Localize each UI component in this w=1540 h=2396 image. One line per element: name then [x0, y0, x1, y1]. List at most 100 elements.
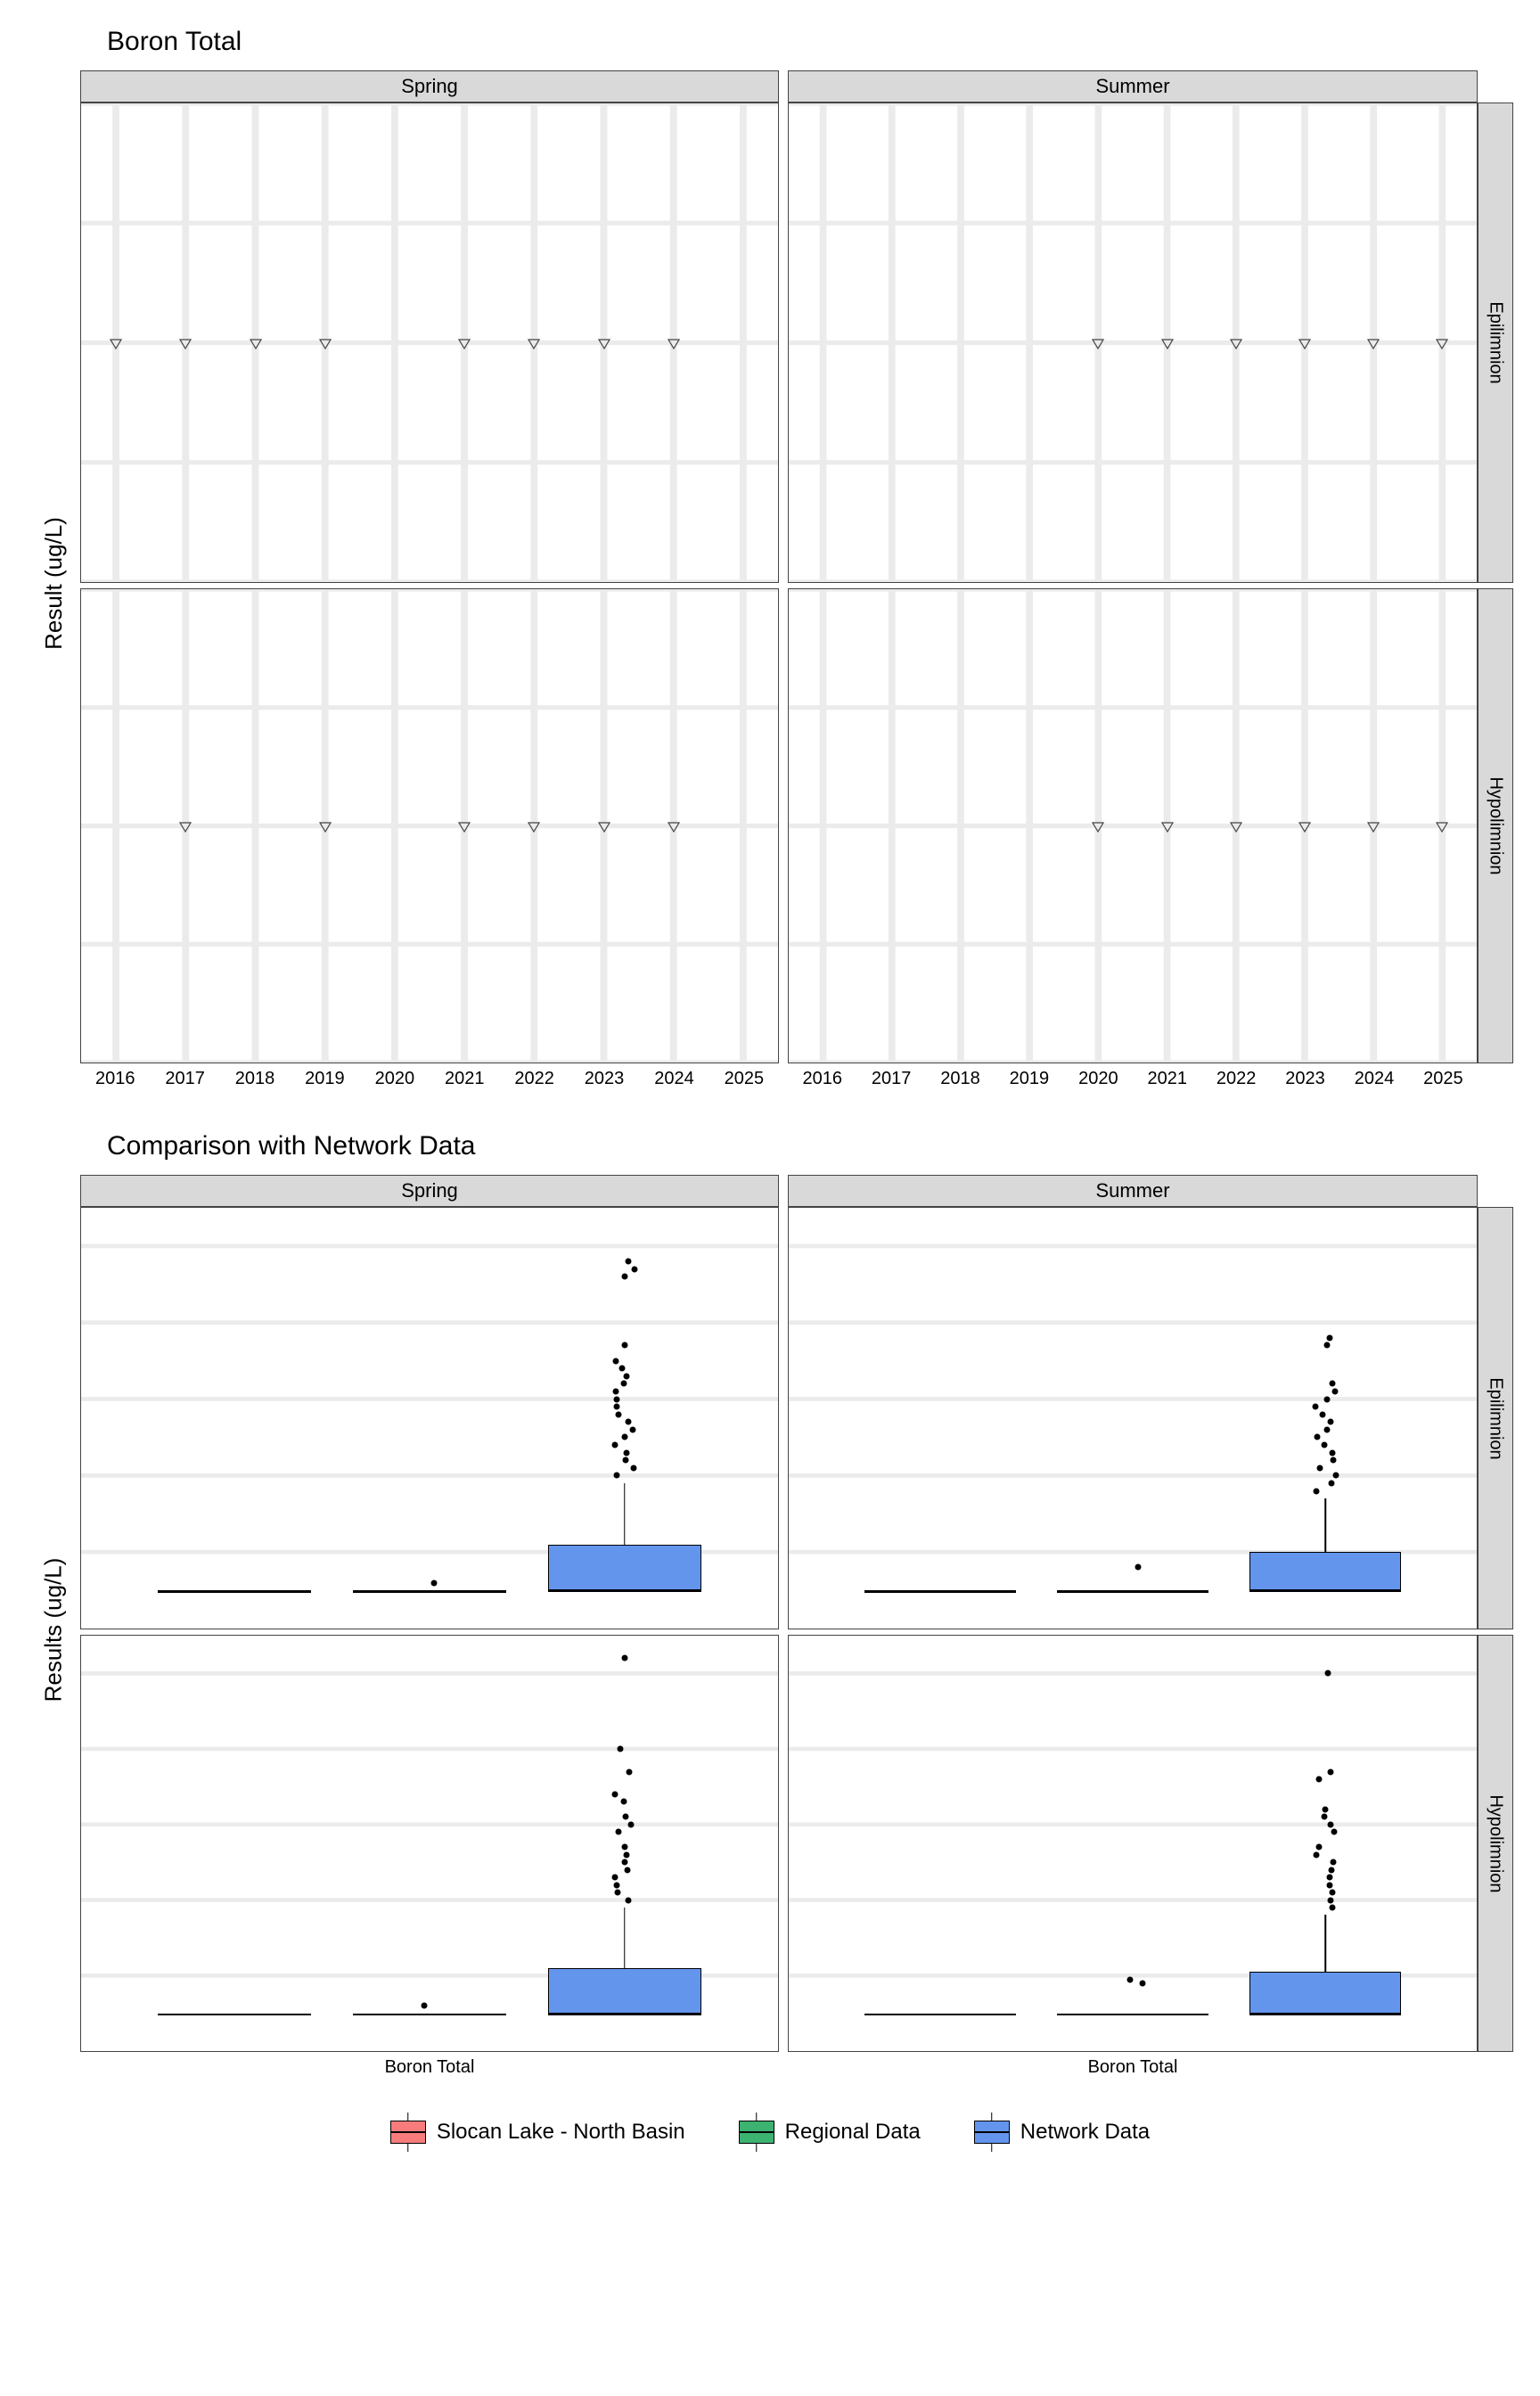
facet-col-summer: Summer — [788, 1175, 1478, 1207]
outlier-point — [1330, 1381, 1336, 1387]
outlier-point — [1321, 1442, 1327, 1448]
censored-marker-icon — [1161, 338, 1174, 349]
outlier-point — [614, 1404, 620, 1410]
censored-marker-icon — [1092, 821, 1104, 832]
outlier-point — [630, 1426, 636, 1432]
outlier-point — [614, 1473, 620, 1479]
outlier-point — [421, 2003, 427, 2009]
facet-col-spring: Spring — [80, 1175, 779, 1207]
legend-item: Slocan Lake - North Basin — [390, 2120, 685, 2145]
facet-panel — [788, 1635, 1478, 2052]
legend: Slocan Lake - North Basin Regional Data … — [27, 2120, 1513, 2145]
outlier-point — [614, 1890, 620, 1896]
legend-item: Regional Data — [739, 2120, 921, 2145]
censored-marker-icon — [1092, 338, 1104, 349]
censored-marker-icon — [1298, 338, 1311, 349]
outlier-point — [621, 1844, 627, 1850]
outlier-point — [614, 1882, 620, 1888]
facet-row-hypo: Hypolimnion — [1478, 1635, 1513, 2052]
outlier-point — [1327, 1821, 1333, 1827]
facet-panel: 4.9504.9755.0005.0255.050 — [80, 103, 779, 583]
outlier-point — [620, 1799, 627, 1805]
censored-marker-icon — [1298, 821, 1311, 832]
outlier-point — [1127, 1976, 1134, 1982]
outlier-point — [614, 1396, 620, 1402]
censored-marker-icon — [528, 338, 540, 349]
outlier-point — [1332, 1388, 1339, 1394]
outlier-point — [1332, 1473, 1339, 1479]
boxplot-box — [1249, 1552, 1401, 1590]
boron-total-chart: Boron Total Result (ug/L) Spring Summer … — [27, 27, 1513, 1095]
censored-marker-icon — [1367, 338, 1380, 349]
censored-marker-icon — [1230, 821, 1242, 832]
outlier-point — [611, 1875, 618, 1881]
censored-marker-icon — [110, 338, 122, 349]
outlier-point — [430, 1580, 437, 1586]
outlier-point — [612, 1442, 618, 1448]
outlier-point — [621, 1655, 627, 1662]
outlier-point — [623, 1373, 629, 1379]
outlier-point — [616, 1829, 622, 1835]
legend-swatch — [739, 2121, 774, 2144]
outlier-point — [622, 1342, 628, 1349]
outlier-point — [1329, 1890, 1335, 1896]
outlier-point — [624, 1851, 630, 1858]
censored-marker-icon — [528, 821, 540, 832]
outlier-point — [613, 1358, 619, 1364]
outlier-point — [1323, 1342, 1330, 1349]
censored-marker-icon — [179, 338, 192, 349]
censored-marker-icon — [319, 821, 332, 832]
censored-marker-icon — [319, 338, 332, 349]
censored-marker-icon — [458, 338, 471, 349]
facet-col-spring: Spring — [80, 70, 779, 103]
outlier-point — [1331, 1859, 1337, 1866]
boxplot-box — [1249, 1972, 1401, 2014]
y-axis-label-bottom: Results (ug/L) — [27, 1207, 80, 2052]
facet-row-epi: Epilimnion — [1478, 1207, 1513, 1629]
censored-marker-icon — [1161, 821, 1174, 832]
outlier-point — [1330, 1457, 1336, 1464]
censored-marker-icon — [1367, 821, 1380, 832]
x-axis-ticks: 2016201720182019202020212022202320242025 — [80, 1063, 779, 1095]
outlier-point — [627, 1768, 633, 1775]
legend-label: Network Data — [1020, 2120, 1150, 2145]
outlier-point — [619, 1366, 626, 1372]
outlier-point — [625, 1867, 631, 1873]
legend-item: Network Data — [974, 2120, 1150, 2145]
outlier-point — [612, 1388, 618, 1394]
outlier-point — [1327, 1882, 1333, 1888]
chart-title-top: Boron Total — [107, 27, 1513, 57]
y-axis-label-top: Result (ug/L) — [27, 103, 80, 1063]
outlier-point — [618, 1746, 624, 1752]
facet-col-summer: Summer — [788, 70, 1478, 103]
outlier-point — [621, 1434, 627, 1440]
chart-title-bottom: Comparison with Network Data — [107, 1131, 1513, 1161]
censored-marker-icon — [1436, 338, 1448, 349]
outlier-point — [1323, 1396, 1330, 1402]
outlier-point — [622, 1274, 628, 1280]
outlier-point — [626, 1259, 632, 1265]
legend-label: Slocan Lake - North Basin — [437, 2120, 685, 2145]
comparison-chart: Comparison with Network Data Results (ug… — [27, 1131, 1513, 2084]
outlier-point — [1315, 1434, 1321, 1440]
x-axis-ticks: Boron Total — [80, 2052, 779, 2084]
censored-marker-icon — [668, 821, 680, 832]
outlier-point — [615, 1411, 621, 1417]
censored-marker-icon — [598, 338, 610, 349]
outlier-point — [1321, 1814, 1327, 1820]
legend-swatch — [974, 2121, 1010, 2144]
boxplot-box — [548, 1545, 701, 1590]
outlier-point — [1330, 1905, 1336, 1911]
outlier-point — [624, 1449, 630, 1456]
outlier-point — [622, 1859, 628, 1866]
facet-row-epi: Epilimnion — [1478, 103, 1513, 583]
outlier-point — [1317, 1465, 1323, 1471]
outlier-point — [1328, 1419, 1334, 1425]
facet-panel: 4.9504.9755.0005.0255.050 — [80, 588, 779, 1063]
censored-marker-icon — [668, 338, 680, 349]
x-axis-ticks: Boron Total — [788, 2052, 1478, 2084]
outlier-point — [1330, 1449, 1336, 1456]
outlier-point — [1316, 1844, 1323, 1850]
outlier-point — [1323, 1426, 1330, 1432]
facet-panel — [788, 588, 1478, 1063]
